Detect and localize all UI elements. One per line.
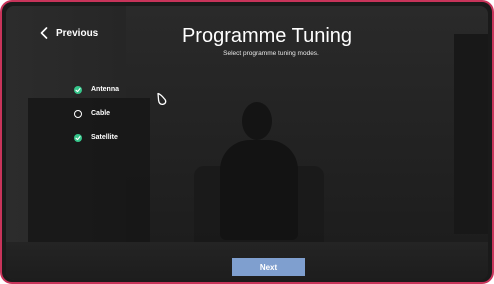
next-button[interactable]: Next	[232, 258, 305, 276]
option-satellite[interactable]: Satellite	[74, 132, 119, 143]
option-antenna[interactable]: Antenna	[74, 84, 119, 95]
check-circle-icon	[74, 133, 82, 142]
page-subtitle: Select programme tuning modes.	[223, 50, 319, 57]
empty-circle-icon	[74, 109, 82, 118]
tuning-mode-list: Antenna Cable Satellite	[74, 84, 119, 156]
tv-screen: Previous Programme Tuning Select program…	[6, 6, 488, 280]
option-label: Antenna	[91, 86, 119, 93]
option-label: Cable	[91, 110, 111, 117]
tv-frame: Previous Programme Tuning Select program…	[0, 0, 494, 284]
background-person-head	[242, 102, 272, 140]
option-cable[interactable]: Cable	[74, 108, 119, 119]
check-circle-icon	[74, 85, 82, 94]
mouse-pointer-icon	[156, 92, 168, 111]
background-person-body	[220, 140, 298, 240]
page-title: Programme Tuning	[181, 25, 353, 47]
option-label: Satellite	[91, 134, 118, 141]
background-shelf	[454, 34, 488, 234]
